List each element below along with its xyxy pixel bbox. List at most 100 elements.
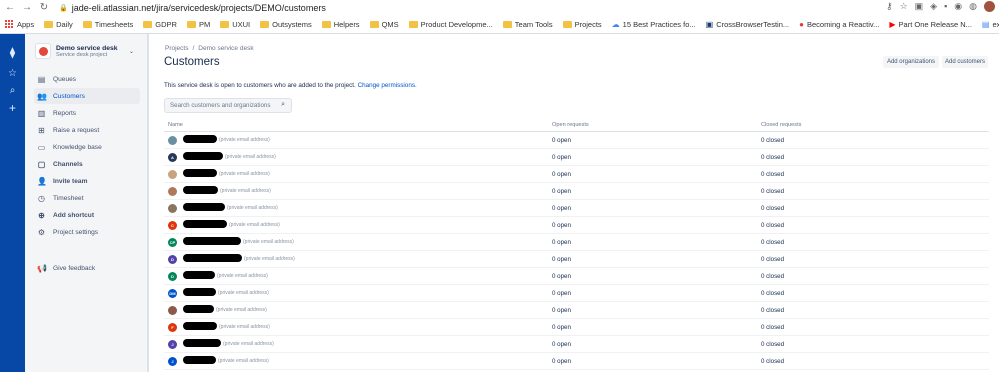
sidebar-item-knowledge-base[interactable]: ▭ Knowledge base [34,139,140,155]
back-icon[interactable]: ← [3,2,17,13]
extension-icon[interactable]: ◍ [969,1,977,12]
raise-request-icon: ⊞ [38,125,45,135]
table-row[interactable]: CP (private email address) 0 open 0 closed [164,234,989,251]
sidebar-item-raise-a-request[interactable]: ⊞ Raise a request [34,122,140,138]
open-requests-count: 0 open [552,341,571,348]
jira-logo-icon[interactable]: ⧫ [0,46,25,59]
customer-email: (private email address) [227,205,278,211]
bookmark-item[interactable]: GDPR [138,20,182,29]
bookmark-item[interactable]: Product Developme... [404,20,498,29]
extension-icon[interactable]: ◈ [930,1,937,12]
bookmark-item[interactable]: QMS [365,20,404,29]
address-bar[interactable]: 🔒 jade-eli.atlassian.net/jira/servicedes… [59,3,326,13]
bookmark-item[interactable]: ☁ 15 Best Practices fo... [607,20,701,29]
folder-icon [220,20,230,28]
apps-shortcut[interactable]: Apps [0,19,39,29]
bookmark-item[interactable]: Team Tools [498,20,558,29]
customer-email: (private email address) [216,307,267,313]
avatar: C [168,221,177,230]
table-row[interactable]: J (private email address) 0 open 0 closed [164,336,989,353]
sidebar-item-reports[interactable]: ▥ Reports [34,105,140,121]
redacted-customer-name [183,356,216,364]
create-icon[interactable]: + [0,101,25,115]
bookmark-item[interactable]: Timesheets [78,20,139,29]
star-icon[interactable]: ☆ [900,1,908,12]
bookmark-item[interactable]: UXUI [215,20,255,29]
project-header[interactable]: Demo service desk Service desk project [35,43,118,59]
table-row[interactable]: D (private email address) 0 open 0 closed [164,268,989,285]
closed-requests-count: 0 closed [761,239,785,246]
table-row[interactable]: (private email address) 0 open 0 closed [164,183,989,200]
sidebar-item-project-settings[interactable]: ⚙ Project settings [34,224,140,240]
avatar [168,187,177,196]
open-requests-count: 0 open [552,324,571,331]
open-requests-count: 0 open [552,239,571,246]
reload-icon[interactable]: ↻ [37,2,51,13]
bookmark-item[interactable]: Outsystems [255,20,317,29]
table-row[interactable]: (private email address) 0 open 0 closed [164,302,989,319]
customers-icon: 👥 [37,91,47,101]
closed-requests-count: 0 closed [761,222,785,229]
redacted-customer-name [183,288,216,296]
closed-requests-count: 0 closed [761,307,785,314]
column-name[interactable]: Name [168,122,183,128]
customer-email: (private email address) [229,222,280,228]
starred-icon[interactable]: ☆ [0,68,25,79]
table-row[interactable]: (private email address) 0 open 0 closed [164,200,989,217]
give-feedback-link[interactable]: 📢 Give feedback [34,260,140,276]
bookmark-item[interactable]: Helpers [317,20,365,29]
bookmark-item[interactable]: ▤exploratory_testing... [977,20,999,29]
add-organizations-button[interactable]: Add organizations [883,56,939,68]
redacted-customer-name [183,220,227,228]
folder-icon [369,20,379,28]
customer-email: (private email address) [218,290,269,296]
bookmark-item[interactable]: Projects [558,20,607,29]
avatar: D [168,272,177,281]
sidebar-item-label: Add shortcut [53,211,95,219]
sidebar-item-channels[interactable]: ▢ Channels [34,156,140,172]
sidebar-item-label: Raise a request [53,126,100,134]
key-icon[interactable]: ⚷ [886,1,893,12]
bookmark-item[interactable]: ▶ Part One Release N... [884,20,977,29]
sidebar-item-add-shortcut[interactable]: ⊕ Add shortcut [34,207,140,223]
browser-toolbar: ← → ↻ 🔒 jade-eli.atlassian.net/jira/serv… [0,0,999,15]
table-row[interactable]: D (private email address) 0 open 0 closed [164,251,989,268]
table-row[interactable]: J (private email address) 0 open 0 closed [164,353,989,370]
forward-icon[interactable]: → [20,2,34,13]
bookmark-label: GDPR [155,19,177,29]
bookmark-item[interactable]: Daily [39,20,78,29]
search-icon[interactable]: ⌕ [0,85,25,96]
bookmark-item[interactable]: ▣ CrossBrowserTestin... [701,20,795,29]
redacted-customer-name [183,339,221,347]
extension-icon[interactable]: ◉ [954,1,962,12]
column-closed-requests[interactable]: Closed requests [761,122,801,128]
table-row[interactable]: F (private email address) 0 open 0 closed [164,319,989,336]
sidebar-item-timesheet[interactable]: ◷ Timesheet [34,190,140,206]
table-row[interactable]: (private email address) 0 open 0 closed [164,132,989,149]
profile-avatar[interactable] [984,1,995,12]
table-row[interactable]: DM (private email address) 0 open 0 closed [164,285,989,302]
extension-icon[interactable]: ▪ [944,1,947,12]
extension-icon[interactable]: ▣ [915,1,924,12]
table-row[interactable]: C (private email address) 0 open 0 closed [164,217,989,234]
bookmark-label: PM [198,19,211,29]
column-open-requests[interactable]: Open requests [552,122,589,128]
sidebar-item-queues[interactable]: ▤ Queues [34,71,140,87]
breadcrumb-projects[interactable]: Projects [165,45,188,52]
sidebar-item-label: Customers [53,92,85,100]
add-customers-button[interactable]: Add customers [942,56,988,68]
breadcrumb: Projects / Demo service desk [165,45,254,52]
table-row[interactable]: (private email address) 0 open 0 closed [164,166,989,183]
table-row[interactable]: A (private email address) 0 open 0 closed [164,149,989,166]
global-nav: ⧫ ☆ ⌕ + [0,34,25,372]
breadcrumb-project[interactable]: Demo service desk [198,45,253,52]
change-permissions-link[interactable]: Change permissions. [358,82,417,89]
open-requests-count: 0 open [552,222,571,229]
chevron-down-icon[interactable]: ⌄ [129,48,134,55]
sidebar-item-customers[interactable]: 👥 Customers [34,88,140,104]
sidebar-item-invite-team[interactable]: 👤 Invite team [34,173,140,189]
bookmark-item[interactable]: ● Becoming a Reactiv... [794,20,884,29]
search-customers-input[interactable]: Search customers and organizations ⌕ [164,98,292,113]
closed-requests-count: 0 closed [761,341,785,348]
bookmark-item[interactable]: PM [182,20,215,29]
